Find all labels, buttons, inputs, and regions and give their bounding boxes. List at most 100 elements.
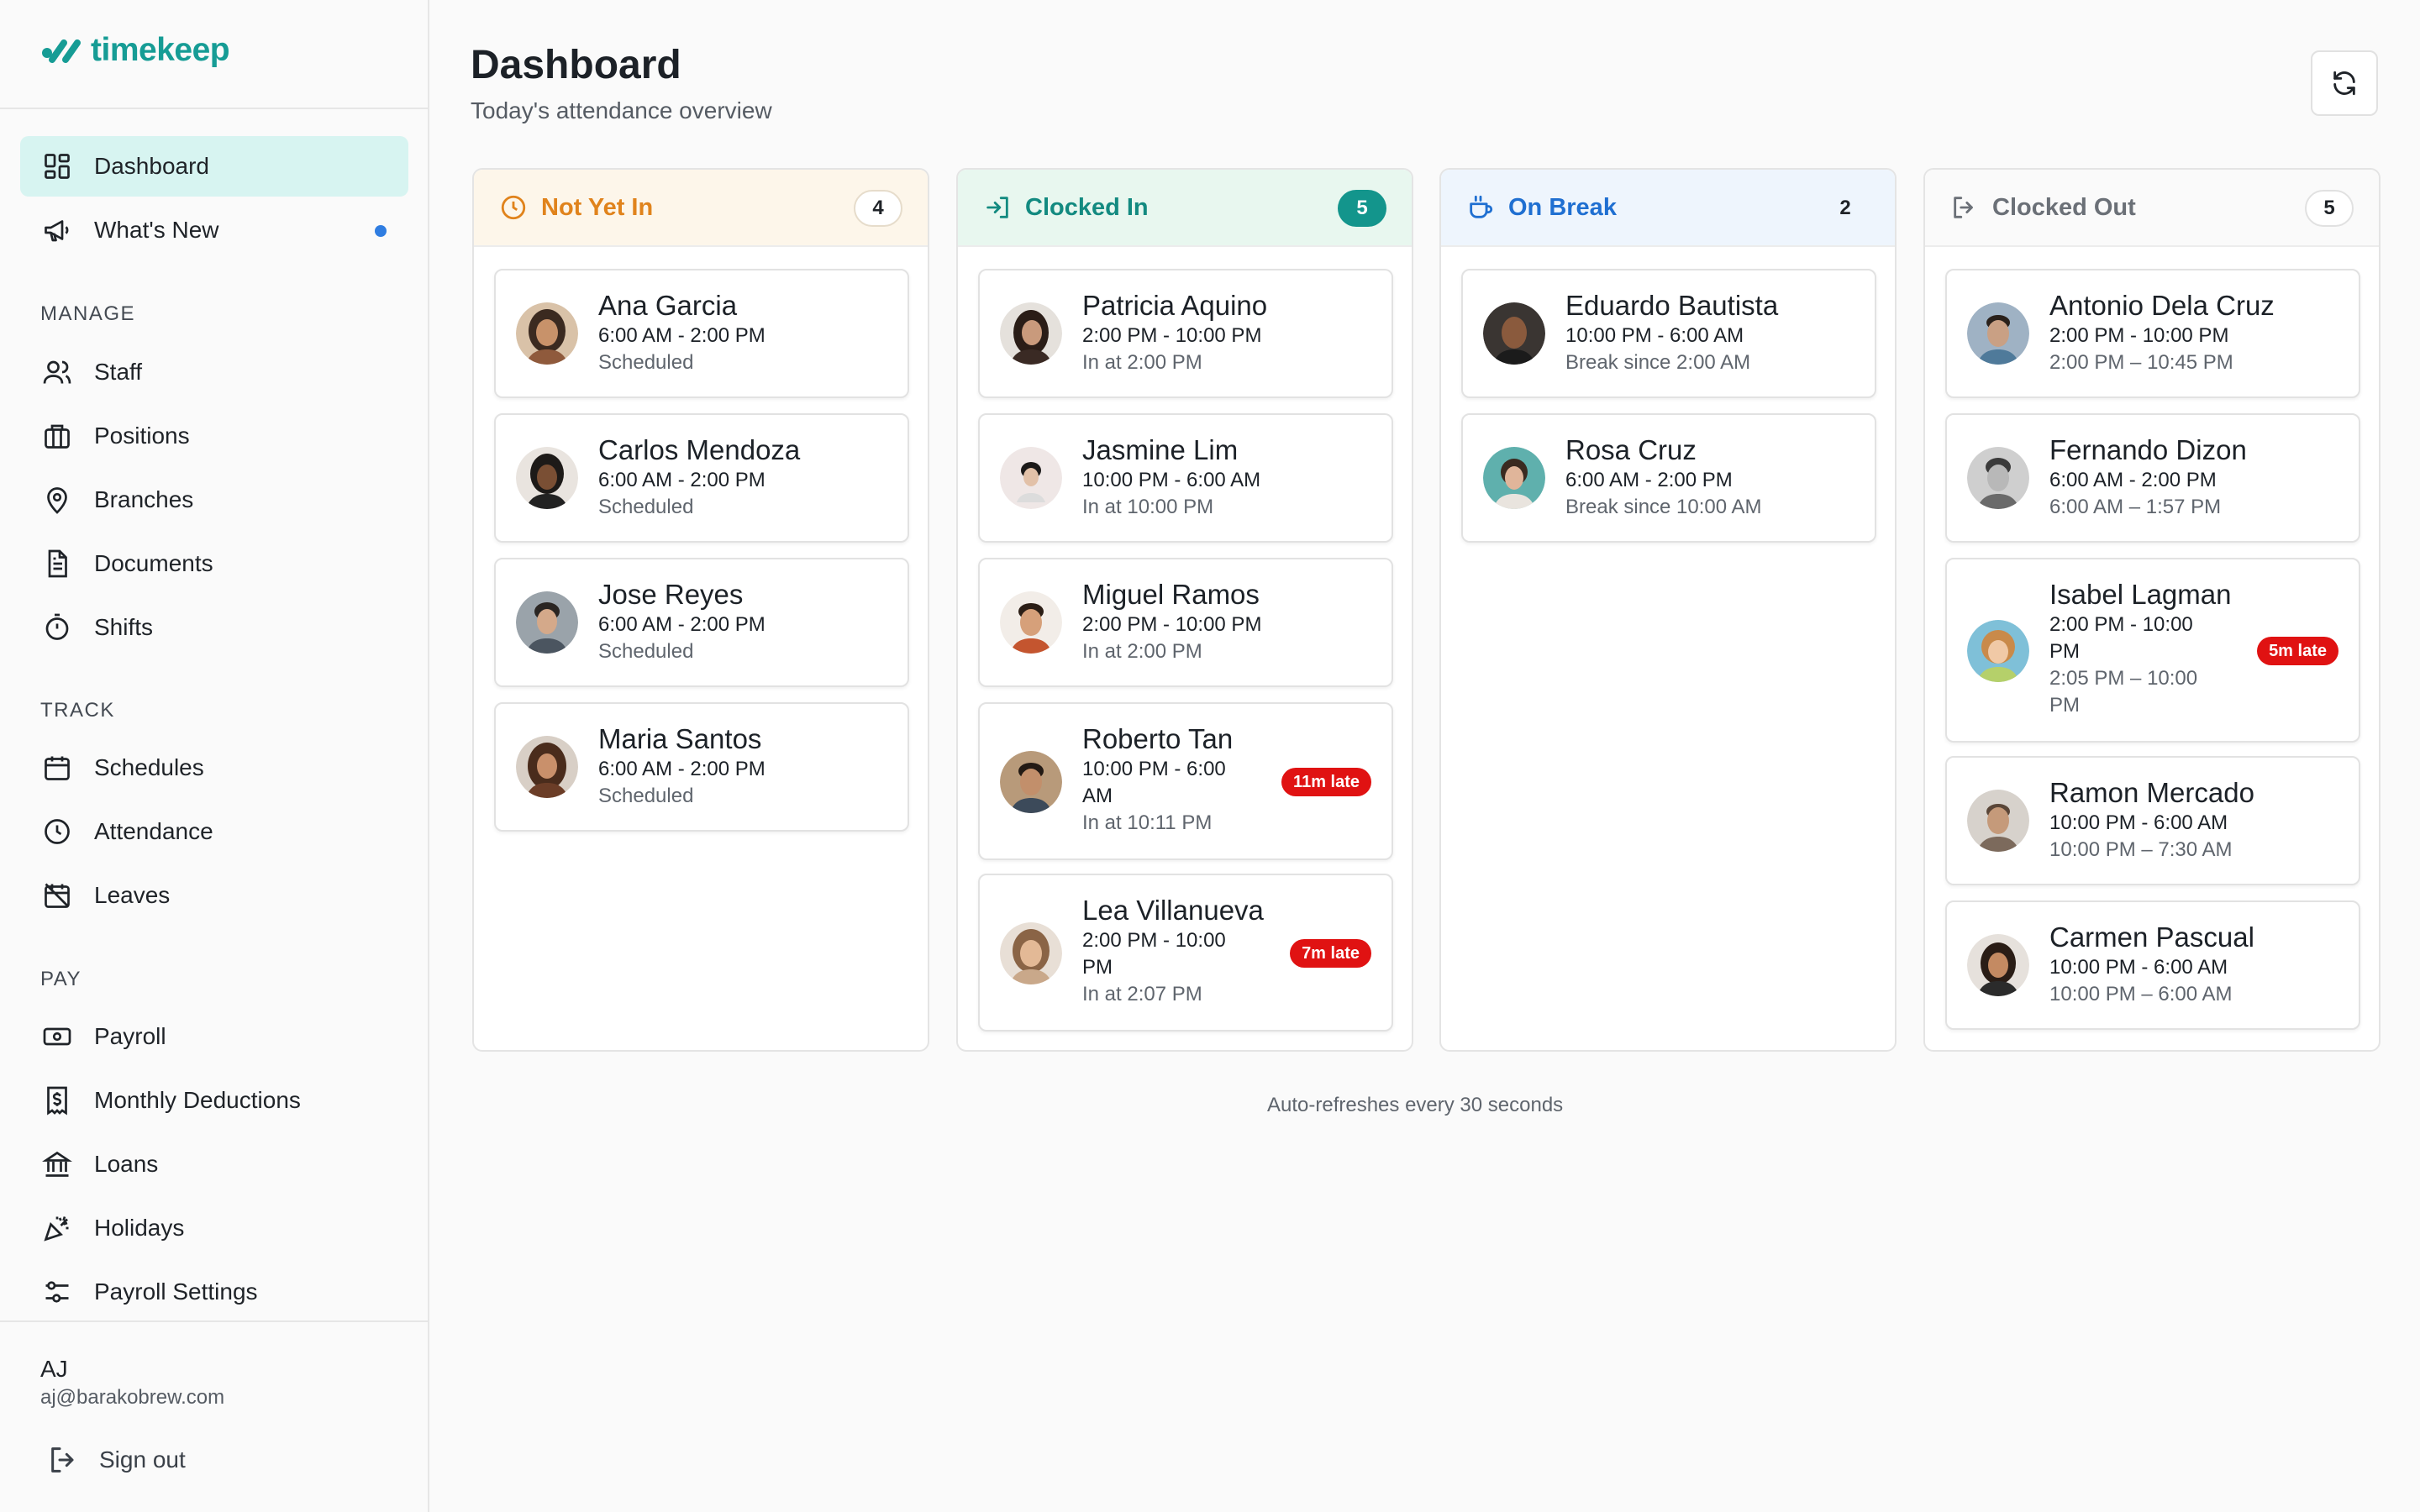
attendance-status: 10:00 PM – 6:00 AM <box>2049 983 2233 1005</box>
shift-time: 10:00 PM - 6:00 AM <box>2049 811 2228 834</box>
sidebar-item-label: Payroll <box>94 1023 166 1049</box>
sign-out-button[interactable]: Sign out <box>47 1443 186 1477</box>
employee-card[interactable]: Lea Villanueva 2:00 PM - 10:00 PM In at … <box>978 874 1393 1032</box>
avatar <box>516 302 578 365</box>
sidebar-item-loans[interactable]: Loans <box>20 1134 408 1194</box>
log-out-icon <box>1950 193 1979 222</box>
card-text: Antonio Dela Cruz 2:00 PM - 10:00 PM 2:0… <box>2049 289 2275 376</box>
sidebar-item-leaves[interactable]: Leaves <box>20 865 408 926</box>
card-text: Lea Villanueva 2:00 PM - 10:00 PM In at … <box>1082 894 1264 1008</box>
users-icon <box>40 355 74 389</box>
employee-card[interactable]: Antonio Dela Cruz 2:00 PM - 10:00 PM 2:0… <box>1945 269 2360 398</box>
sidebar-item-label: Positions <box>94 423 190 449</box>
logo-icon <box>42 39 81 63</box>
attendance-status: In at 2:07 PM <box>1082 983 1202 1005</box>
column-clocked-out: Clocked Out 5 Antonio Dela Cruz 2:00 PM … <box>1923 168 2381 1052</box>
card-text: Ana Garcia 6:00 AM - 2:00 PM Scheduled <box>598 289 765 376</box>
employee-card[interactable]: Jasmine Lim 10:00 PM - 6:00 AM In at 10:… <box>978 413 1393 543</box>
employee-card[interactable]: Carmen Pascual 10:00 PM - 6:00 AM 10:00 … <box>1945 900 2360 1030</box>
employee-card[interactable]: Maria Santos 6:00 AM - 2:00 PM Scheduled <box>494 702 909 832</box>
shift-time: 6:00 AM - 2:00 PM <box>598 613 765 636</box>
card-text: Eduardo Bautista 10:00 PM - 6:00 AM Brea… <box>1565 289 1778 376</box>
app-name: timekeep <box>91 32 230 68</box>
settings-sliders-icon <box>40 1275 74 1309</box>
clock-icon <box>499 193 528 222</box>
sidebar-item-monthly-deductions[interactable]: Monthly Deductions <box>20 1070 408 1131</box>
sidebar-divider <box>0 1320 429 1322</box>
employee-card[interactable]: Jose Reyes 6:00 AM - 2:00 PM Scheduled <box>494 558 909 687</box>
map-pin-icon <box>40 483 74 517</box>
employee-card[interactable]: Ana Garcia 6:00 AM - 2:00 PM Scheduled <box>494 269 909 398</box>
sidebar-item-shifts[interactable]: Shifts <box>20 597 408 658</box>
employee-card[interactable]: Carlos Mendoza 6:00 AM - 2:00 PM Schedul… <box>494 413 909 543</box>
sidebar-item-payroll-settings[interactable]: Payroll Settings <box>20 1262 408 1322</box>
column-on-break: On Break 2 Eduardo Bautista 10:00 PM - 6… <box>1439 168 1897 1052</box>
card-text: Roberto Tan 10:00 PM - 6:00 AM In at 10:… <box>1082 722 1233 837</box>
avatar <box>1000 302 1062 365</box>
sidebar-item-branches[interactable]: Branches <box>20 470 408 530</box>
employee-card[interactable]: Rosa Cruz 6:00 AM - 2:00 PM Break since … <box>1461 413 1876 543</box>
employee-name: Maria Santos <box>598 723 762 754</box>
sidebar-item-schedules[interactable]: Schedules <box>20 738 408 798</box>
receipt-dollar-icon <box>40 1084 74 1117</box>
column-clocked-in: Clocked In 5 Patricia Aquino 2:00 PM - 1… <box>956 168 1413 1052</box>
employee-card[interactable]: Roberto Tan 10:00 PM - 6:00 AM In at 10:… <box>978 702 1393 860</box>
employee-name: Jose Reyes <box>598 579 744 610</box>
bank-icon <box>40 1147 74 1181</box>
avatar <box>1483 447 1545 509</box>
section-label-manage: MANAGE <box>40 302 136 325</box>
employee-name: Rosa Cruz <box>1565 434 1697 465</box>
coffee-icon <box>1466 193 1495 222</box>
sidebar-item-holidays[interactable]: Holidays <box>20 1198 408 1258</box>
sidebar-item-attendance[interactable]: Attendance <box>20 801 408 862</box>
employee-card[interactable]: Isabel Lagman 2:00 PM - 10:00 PM 2:05 PM… <box>1945 558 2360 743</box>
employee-name: Antonio Dela Cruz <box>2049 290 2275 321</box>
avatar <box>1000 751 1062 813</box>
app-logo[interactable]: timekeep <box>40 32 230 69</box>
employee-name: Isabel Lagman <box>2049 579 2232 610</box>
sidebar-item-positions[interactable]: Positions <box>20 406 408 466</box>
shift-time: PM <box>1082 956 1113 979</box>
avatar <box>1967 620 2029 682</box>
refresh-button[interactable] <box>2311 50 2378 116</box>
sidebar-item-payroll[interactable]: Payroll <box>20 1006 408 1067</box>
attendance-status: Break since 2:00 AM <box>1565 351 1751 374</box>
employee-name: Lea Villanueva <box>1082 895 1264 926</box>
user-profile: AJ aj@barakobrew.com <box>40 1356 224 1410</box>
sidebar: timekeep Dashboard What's New MANAGE Sta… <box>0 0 429 1512</box>
shift-time: 2:00 PM - 10:00 <box>1082 929 1226 952</box>
employee-name: Carmen Pascual <box>2049 921 2254 953</box>
shift-time: 2:00 PM - 10:00 PM <box>2049 324 2229 347</box>
column-header: Not Yet In 4 <box>474 170 928 247</box>
attendance-status: Scheduled <box>598 496 694 518</box>
employee-card[interactable]: Fernando Dizon 6:00 AM - 2:00 PM 6:00 AM… <box>1945 413 2360 543</box>
sidebar-item-staff[interactable]: Staff <box>20 342 408 402</box>
sidebar-item-label: Branches <box>94 486 194 512</box>
avatar <box>516 736 578 798</box>
avatar <box>1967 934 2029 996</box>
party-popper-icon <box>40 1211 74 1245</box>
attendance-status: 6:00 AM – 1:57 PM <box>2049 496 2222 518</box>
sidebar-item-label: What's New <box>94 217 219 243</box>
employee-card[interactable]: Patricia Aquino 2:00 PM - 10:00 PM In at… <box>978 269 1393 398</box>
employee-card[interactable]: Eduardo Bautista 10:00 PM - 6:00 AM Brea… <box>1461 269 1876 398</box>
sidebar-item-dashboard[interactable]: Dashboard <box>20 136 408 197</box>
employee-card[interactable]: Miguel Ramos 2:00 PM - 10:00 PM In at 2:… <box>978 558 1393 687</box>
sidebar-item-whats-new[interactable]: What's New <box>20 200 408 260</box>
column-count-badge: 5 <box>2305 190 2354 227</box>
employee-name: Eduardo Bautista <box>1565 290 1779 321</box>
shift-time: 6:00 AM - 2:00 PM <box>1565 469 1733 491</box>
refresh-icon <box>2333 71 2355 96</box>
page-subtitle: Today's attendance overview <box>471 97 772 123</box>
sidebar-item-documents[interactable]: Documents <box>20 533 408 594</box>
column-title: Not Yet In <box>541 193 654 221</box>
card-text: Carlos Mendoza 6:00 AM - 2:00 PM Schedul… <box>598 433 800 521</box>
attendance-status: Scheduled <box>598 785 694 807</box>
sidebar-item-label: Loans <box>94 1151 159 1177</box>
attendance-status: Break since 10:00 AM <box>1565 496 1762 518</box>
employee-name: Roberto Tan <box>1082 723 1234 754</box>
shift-time: 2:00 PM - 10:00 <box>2049 613 2193 636</box>
employee-card[interactable]: Ramon Mercado 10:00 PM - 6:00 AM 10:00 P… <box>1945 756 2360 885</box>
sign-out-label: Sign out <box>99 1446 186 1473</box>
section-label-track: TRACK <box>40 699 115 722</box>
